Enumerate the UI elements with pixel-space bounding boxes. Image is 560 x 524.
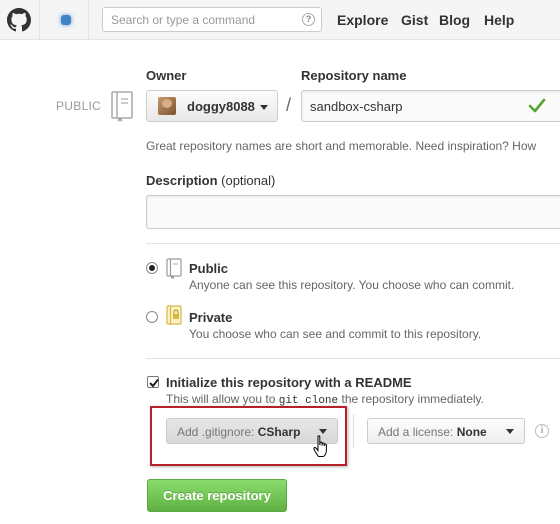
owner-select-button[interactable]: doggy8088 <box>146 90 278 122</box>
header-divider <box>88 0 89 40</box>
nav-explore[interactable]: Explore <box>337 12 388 28</box>
repo-public-icon <box>166 258 182 279</box>
nav-blog[interactable]: Blog <box>439 12 470 28</box>
description-label: Description (optional) <box>146 173 275 188</box>
chevron-down-icon <box>506 429 514 434</box>
license-prefix: Add a license: <box>378 425 454 439</box>
valid-check-icon <box>528 98 546 113</box>
visibility-badge: PUBLIC <box>56 99 102 113</box>
search-input[interactable] <box>103 8 293 31</box>
private-radio[interactable] <box>146 311 158 323</box>
owner-name: doggy8088 <box>187 99 255 114</box>
init-readme-description: This will allow you to git clone the rep… <box>166 392 484 407</box>
description-input[interactable] <box>147 196 547 228</box>
repo-name-input[interactable] <box>302 91 522 121</box>
avatar <box>158 97 176 115</box>
description-optional: (optional) <box>221 173 276 188</box>
github-octocat-icon[interactable] <box>7 8 31 32</box>
nav-help[interactable]: Help <box>484 12 514 28</box>
repo-book-icon <box>111 91 133 122</box>
divider <box>146 243 560 244</box>
init-readme-label: Initialize this repository with a README <box>166 375 412 390</box>
checkmark-icon <box>149 378 159 388</box>
top-header: ? Explore Gist Blog Help <box>0 0 560 40</box>
init-readme-checkbox[interactable] <box>147 376 159 388</box>
repo-name-hint: Great repository names are short and mem… <box>146 139 537 153</box>
license-select-button[interactable]: Add a license: None <box>367 418 525 444</box>
public-radio[interactable] <box>146 262 158 274</box>
nav-gist[interactable]: Gist <box>401 12 428 28</box>
chevron-down-icon <box>260 105 268 110</box>
init-desc-before: This will allow you to <box>166 392 276 406</box>
owner-label: Owner <box>146 68 187 83</box>
header-divider <box>39 0 40 40</box>
notifications-indicator-icon[interactable] <box>61 15 71 25</box>
divider <box>353 414 354 448</box>
repo-name-label: Repository name <box>301 68 407 83</box>
hand-pointer-cursor-icon <box>313 435 327 457</box>
init-desc-after: the repository immediately. <box>341 392 484 406</box>
search-help-icon[interactable]: ? <box>302 13 315 26</box>
license-value: None <box>456 425 487 439</box>
create-repository-button[interactable]: Create repository <box>147 479 287 512</box>
private-title: Private <box>189 310 233 325</box>
info-icon[interactable]: i <box>535 424 549 438</box>
owner-repo-separator: / <box>286 95 292 115</box>
public-title: Public <box>189 261 229 276</box>
public-description: Anyone can see this repository. You choo… <box>189 278 515 292</box>
lock-icon <box>166 305 182 325</box>
command-search: ? <box>102 7 322 32</box>
divider <box>146 358 560 359</box>
private-description: You choose who can see and commit to thi… <box>189 327 482 341</box>
description-label-text: Description <box>146 173 218 188</box>
description-field <box>146 195 560 229</box>
repo-name-field <box>301 90 560 122</box>
